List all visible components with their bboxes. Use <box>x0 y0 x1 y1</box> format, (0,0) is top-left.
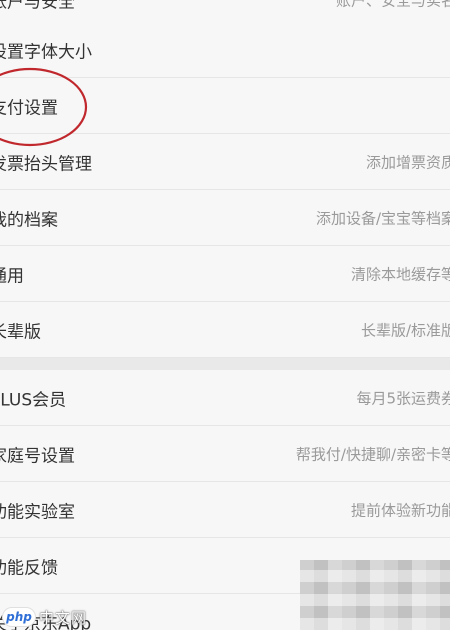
settings-row-payment[interactable]: 支付设置 <box>0 78 450 134</box>
row-value: 账户、安全与实名 <box>335 0 450 9</box>
watermark-text: 中文网 <box>39 608 88 627</box>
pixelated-image <box>300 560 450 630</box>
settings-row-invoice-title[interactable]: 发票抬头管理 添加增票资质 <box>0 134 450 190</box>
row-value: 提前体验新功能 <box>350 501 450 519</box>
row-value: 清除本地缓存等 <box>350 265 450 283</box>
settings-row-my-profile[interactable]: 我的档案 添加设备/宝宝等档案 <box>0 190 450 246</box>
row-value: 添加设备/宝宝等档案 <box>315 209 450 227</box>
section-divider <box>0 358 450 370</box>
settings-row-font-size[interactable]: 设置字体大小 <box>0 22 450 78</box>
row-label: PLUS会员 <box>0 390 67 410</box>
settings-row-general[interactable]: 通用 清除本地缓存等 <box>0 246 450 302</box>
row-label: 功能反馈 <box>0 558 58 578</box>
row-label: 我的档案 <box>0 210 58 230</box>
watermark: php 中文网 <box>2 606 87 628</box>
settings-screen: 帐户与安全 账户、安全与实名 设置字体大小 支付设置 发票抬头管理 添加增票资质… <box>0 0 450 630</box>
row-label: 长辈版 <box>0 322 41 342</box>
row-label: 设置字体大小 <box>0 42 92 62</box>
row-value: 长辈版/标准版 <box>360 321 450 339</box>
row-label: 帐户与安全 <box>0 0 75 12</box>
settings-row-elder-mode[interactable]: 长辈版 长辈版/标准版 <box>0 302 450 358</box>
row-label: 发票抬头管理 <box>0 154 92 174</box>
row-label: 家庭号设置 <box>0 446 75 466</box>
settings-row-family-account[interactable]: 家庭号设置 帮我付/快捷聊/亲密卡等 <box>0 426 450 482</box>
php-logo: php <box>2 607 36 627</box>
row-label: 通用 <box>0 266 24 286</box>
row-value: 每月5张运费券 <box>356 389 450 407</box>
row-label: 功能实验室 <box>0 502 75 522</box>
settings-row-plus-member[interactable]: PLUS会员 每月5张运费券 <box>0 370 450 426</box>
row-label: 支付设置 <box>0 98 58 118</box>
row-value: 帮我付/快捷聊/亲密卡等 <box>295 445 450 463</box>
row-value: 添加增票资质 <box>365 153 450 171</box>
settings-row-feature-lab[interactable]: 功能实验室 提前体验新功能 <box>0 482 450 538</box>
